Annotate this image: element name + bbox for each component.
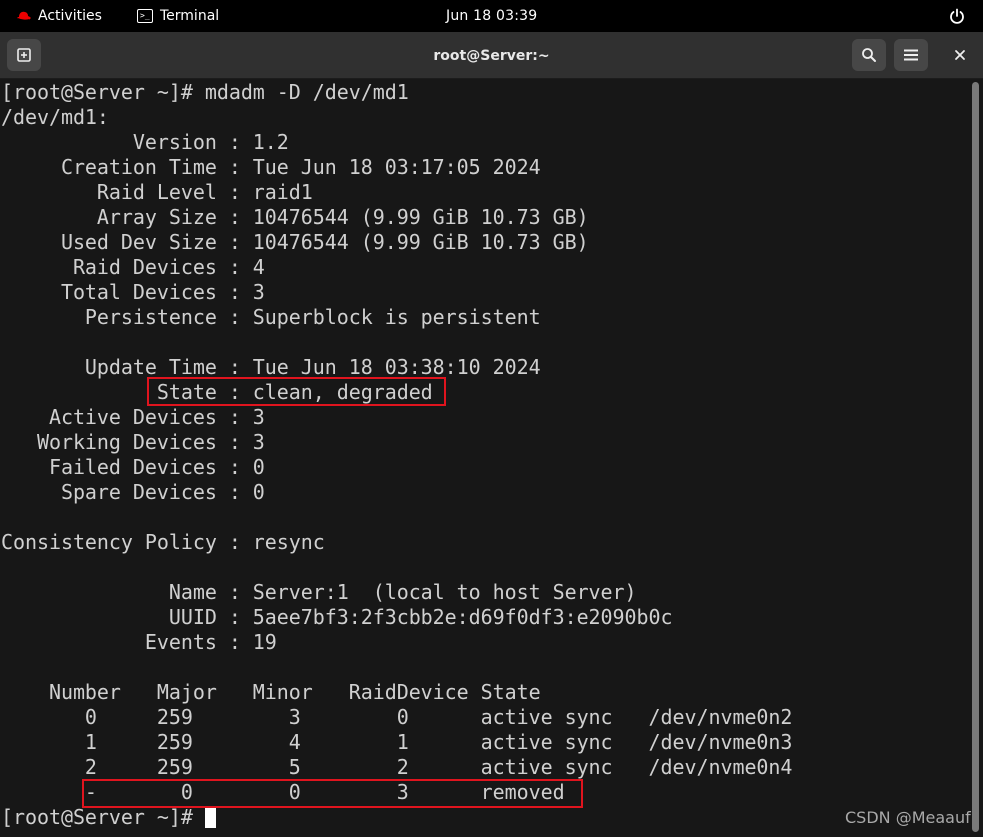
terminal-output-area[interactable]: [root@Server ~]# mdadm -D /dev/md1 /dev/… bbox=[0, 79, 983, 837]
app-menu-terminal[interactable]: >_ Terminal bbox=[137, 0, 219, 32]
terminal-line: Active Devices : 3 bbox=[1, 405, 265, 429]
terminal-line: Creation Time : Tue Jun 18 03:17:05 2024 bbox=[1, 155, 541, 179]
terminal-line: Failed Devices : 0 bbox=[1, 455, 265, 479]
power-icon[interactable] bbox=[949, 0, 965, 32]
activities-button[interactable]: Activities bbox=[16, 0, 102, 32]
scrollbar[interactable] bbox=[972, 82, 979, 832]
terminal-line: UUID : 5aee7bf3:2f3cbb2e:d69f0df3:e2090b… bbox=[1, 605, 673, 629]
close-icon bbox=[955, 50, 965, 60]
new-tab-button[interactable] bbox=[7, 39, 41, 71]
search-icon bbox=[862, 48, 876, 62]
terminal-line: 1 259 4 1 active sync /dev/nvme0n3 bbox=[1, 730, 793, 754]
removed-device-highlight-box bbox=[82, 779, 583, 808]
terminal-line: Spare Devices : 0 bbox=[1, 480, 265, 504]
terminal-line: Array Size : 10476544 (9.99 GiB 10.73 GB… bbox=[1, 205, 589, 229]
new-tab-icon bbox=[17, 48, 31, 62]
gnome-top-bar: Activities >_ Terminal Jun 18 03:39 bbox=[0, 0, 983, 32]
terminal-line: Events : 19 bbox=[1, 630, 277, 654]
app-label: Terminal bbox=[160, 8, 220, 24]
terminal-line: Name : Server:1 (local to host Server) bbox=[1, 580, 637, 604]
terminal-line: Persistence : Superblock is persistent bbox=[1, 305, 541, 329]
clock[interactable]: Jun 18 03:39 bbox=[446, 0, 537, 32]
text-cursor bbox=[204, 806, 216, 828]
shell-prompt: [root@Server ~]# bbox=[1, 805, 205, 829]
terminal-line: Working Devices : 3 bbox=[1, 430, 265, 454]
terminal-line: Update Time : Tue Jun 18 03:38:10 2024 bbox=[1, 355, 541, 379]
terminal-icon: >_ bbox=[137, 9, 153, 23]
terminal-line: Raid Devices : 4 bbox=[1, 255, 265, 279]
hamburger-menu-button[interactable] bbox=[894, 39, 928, 71]
terminal-line: Number Major Minor RaidDevice State bbox=[1, 680, 541, 704]
search-button[interactable] bbox=[852, 39, 886, 71]
terminal-line: Total Devices : 3 bbox=[1, 280, 265, 304]
terminal-line: [root@Server ~]# mdadm -D /dev/md1 bbox=[1, 80, 409, 104]
state-highlight-box bbox=[147, 377, 446, 406]
window-header-bar: root@Server:~ bbox=[0, 32, 983, 79]
close-button[interactable] bbox=[943, 39, 977, 71]
terminal-line: 2 259 5 2 active sync /dev/nvme0n4 bbox=[1, 755, 793, 779]
terminal-line: Consistency Policy : resync bbox=[1, 530, 325, 554]
window-title: root@Server:~ bbox=[433, 47, 550, 64]
terminal-line: Version : 1.2 bbox=[1, 130, 289, 154]
terminal-line: Used Dev Size : 10476544 (9.99 GiB 10.73… bbox=[1, 230, 589, 254]
hamburger-menu-icon bbox=[904, 49, 918, 61]
terminal-line: /dev/md1: bbox=[1, 105, 109, 129]
terminal-line: 0 259 3 0 active sync /dev/nvme0n2 bbox=[1, 705, 793, 729]
redhat-icon bbox=[16, 11, 32, 22]
activities-label: Activities bbox=[38, 8, 102, 24]
terminal-text: [root@Server ~]# mdadm -D /dev/md1 /dev/… bbox=[1, 80, 792, 830]
watermark: CSDN @Meaauf bbox=[845, 808, 971, 827]
terminal-line: Raid Level : raid1 bbox=[1, 180, 313, 204]
